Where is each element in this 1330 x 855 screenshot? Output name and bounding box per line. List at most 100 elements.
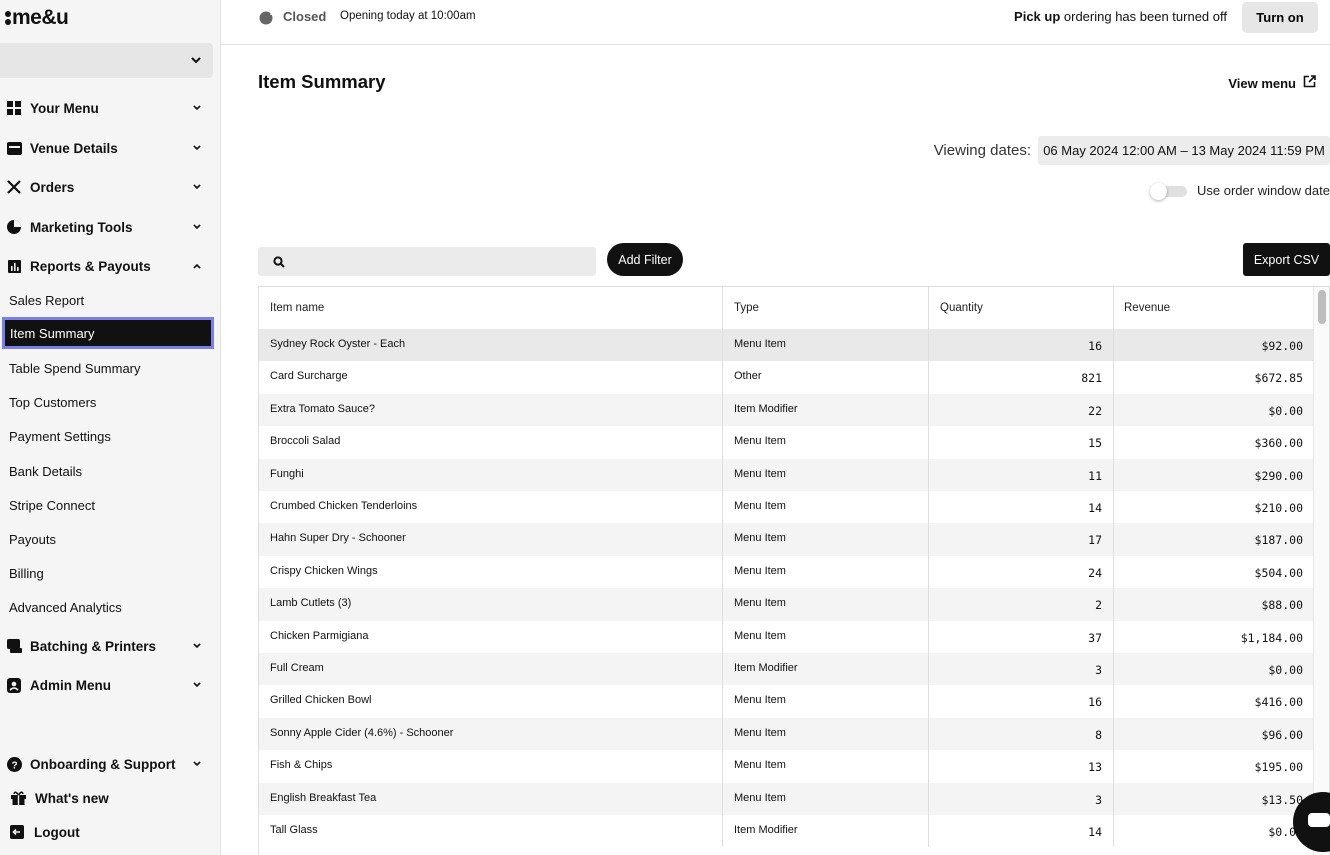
- cell-revenue: $13.50: [1114, 782, 1314, 815]
- brand-logo[interactable]: me&u: [5, 6, 69, 30]
- chevron-down-icon: [193, 182, 201, 193]
- cell-revenue: $92.00: [1114, 329, 1314, 362]
- nav-payouts[interactable]: Payouts: [0, 523, 213, 555]
- chevron-down-icon: [193, 222, 201, 233]
- cell-item-name: Full Cream: [259, 653, 723, 686]
- date-range-picker[interactable]: 06 May 2024 12:00 AM – 13 May 2024 11:59…: [1038, 136, 1330, 165]
- table-row[interactable]: Chicken Parmigiana Menu Item 37 $1,184.00: [259, 620, 1314, 653]
- add-filter-button[interactable]: Add Filter: [607, 243, 683, 276]
- search-box[interactable]: [258, 247, 596, 276]
- view-menu-link[interactable]: View menu: [1228, 75, 1316, 91]
- table-row[interactable]: Crumbed Chicken Tenderloins Menu Item 14 $2…: [259, 491, 1314, 524]
- table-row[interactable]: Grilled Chicken Bowl Menu Item 16 $416.00: [259, 685, 1314, 718]
- table-row[interactable]: Tall Glass Item Modifier 14 $0.00: [259, 815, 1314, 848]
- utensils-icon: [6, 179, 22, 195]
- nav-top-customers[interactable]: Top Customers: [0, 386, 213, 418]
- nav-bank-details[interactable]: Bank Details: [0, 455, 213, 487]
- cell-type: Menu Item: [723, 523, 929, 556]
- nav-marketing-tools[interactable]: Marketing Tools: [0, 215, 213, 239]
- nav-payment-settings[interactable]: Payment Settings: [0, 420, 213, 452]
- table-row[interactable]: Crispy Chicken Wings Menu Item 24 $504.00: [259, 555, 1314, 589]
- column-header-type[interactable]: Type: [723, 287, 929, 329]
- table-row[interactable]: Lamb Cutlets (3) Menu Item 2 $88.00: [259, 588, 1314, 621]
- table-row[interactable]: Hahn Super Dry - Schooner Menu Item 17 $187…: [259, 523, 1314, 556]
- search-input[interactable]: [294, 247, 584, 276]
- nav-venue-details[interactable]: Venue Details: [0, 136, 213, 160]
- cell-quantity: 13: [929, 750, 1114, 783]
- cell-revenue: $88.00: [1114, 588, 1314, 621]
- nav-item-summary[interactable]: Item Summary: [2, 317, 214, 349]
- venue-select[interactable]: [0, 43, 213, 78]
- table-row[interactable]: English Breakfast Tea Menu Item 3 $13.50: [259, 782, 1314, 815]
- cell-type: Menu Item: [723, 685, 929, 718]
- cell-item-name: Chicken Parmigiana: [259, 620, 723, 653]
- grid-icon: [6, 100, 22, 116]
- cell-item-name: Fish & Chips: [259, 750, 723, 783]
- nav-whats-new[interactable]: What's new: [0, 786, 213, 810]
- cell-type: Menu Item: [723, 555, 929, 589]
- cell-revenue: $0.00: [1114, 393, 1314, 427]
- nav-label: Onboarding & Support: [30, 756, 176, 772]
- column-header-revenue[interactable]: Revenue: [1114, 287, 1314, 329]
- nav-stripe-connect[interactable]: Stripe Connect: [0, 489, 213, 521]
- page-title: Item Summary: [258, 71, 386, 92]
- table-row[interactable]: Sonny Apple Cider (4.6%) - Schooner Menu …: [259, 717, 1314, 751]
- cell-revenue: $96.00: [1114, 717, 1314, 751]
- order-window-toggle-label: Use order window date: [1197, 183, 1330, 198]
- user-badge-icon: [6, 677, 22, 693]
- cell-type: Menu Item: [723, 620, 929, 653]
- cell-item-name: Broccoli Salad: [259, 426, 723, 459]
- nav-your-menu[interactable]: Your Menu: [0, 96, 213, 120]
- nav-sales-report[interactable]: Sales Report: [0, 284, 213, 316]
- cell-type: Menu Item: [723, 329, 929, 362]
- table-row[interactable]: Full Cream Item Modifier 3 $0.00: [259, 653, 1314, 686]
- chevron-up-icon: [193, 261, 201, 272]
- storefront-icon: [6, 140, 22, 156]
- logout-icon: [10, 825, 24, 839]
- nav-billing[interactable]: Billing: [0, 557, 213, 589]
- column-header-quantity[interactable]: Quantity: [929, 287, 1114, 329]
- logo-dots-icon: [5, 11, 11, 25]
- cell-type: Item Modifier: [723, 653, 929, 686]
- nav-reports-payouts[interactable]: Reports & Payouts: [0, 254, 213, 278]
- table-row[interactable]: Broccoli Salad Menu Item 15 $360.00: [259, 426, 1314, 459]
- nav-label: Reports & Payouts: [30, 258, 151, 274]
- table-row[interactable]: Sydney Rock Oyster - Each Menu Item 16 $92.…: [259, 329, 1314, 362]
- nav-orders[interactable]: Orders: [0, 175, 213, 199]
- item-summary-table: Item name Type Quantity Revenue Sydney R…: [258, 286, 1330, 855]
- table-row[interactable]: Funghi Menu Item 11 $290.00: [259, 458, 1314, 491]
- cell-quantity: 37: [929, 620, 1114, 653]
- cell-type: Menu Item: [723, 750, 929, 783]
- nav-logout[interactable]: Logout: [0, 820, 213, 844]
- top-bar: z Closed Opening today at 10:00am Pick u…: [221, 0, 1330, 45]
- chat-bubble-icon: [1308, 813, 1330, 827]
- table-scrollbar[interactable]: [1313, 287, 1329, 855]
- status-label: Closed: [283, 9, 327, 24]
- table-row[interactable]: Extra Tomato Sauce? Item Modifier 22 $0.00: [259, 393, 1314, 427]
- cell-quantity: 14: [929, 491, 1114, 524]
- nav-batching-printers[interactable]: Batching & Printers: [0, 634, 213, 658]
- cell-revenue: $0.00: [1114, 815, 1314, 848]
- column-header-item-name[interactable]: Item name: [259, 287, 723, 329]
- turn-on-button[interactable]: Turn on: [1242, 2, 1318, 33]
- export-csv-button[interactable]: Export CSV: [1243, 243, 1330, 276]
- cell-type: Menu Item: [723, 458, 929, 491]
- nav-advanced-analytics[interactable]: Advanced Analytics: [0, 591, 213, 623]
- cell-item-name: Sydney Rock Oyster - Each: [259, 329, 723, 362]
- nav-admin-menu[interactable]: Admin Menu: [0, 673, 213, 697]
- order-window-toggle[interactable]: [1150, 183, 1188, 200]
- chevron-down-icon: [193, 680, 201, 691]
- nav-table-spend-summary[interactable]: Table Spend Summary: [0, 352, 213, 384]
- table-row[interactable]: Fish & Chips Menu Item 13 $195.00: [259, 750, 1314, 783]
- cell-type: Other: [723, 361, 929, 394]
- chevron-down-icon: [193, 759, 201, 770]
- table-row[interactable]: Card Surcharge Other 821 $672.85: [259, 361, 1314, 394]
- cell-quantity: 2: [929, 588, 1114, 621]
- nav-label: What's new: [35, 790, 109, 806]
- scrollbar-thumb[interactable]: [1318, 290, 1326, 324]
- cell-revenue: $210.00: [1114, 491, 1314, 524]
- nav-onboarding-support[interactable]: ? Onboarding & Support: [0, 752, 213, 776]
- cell-item-name: English Breakfast Tea: [259, 782, 723, 815]
- cell-revenue: $187.00: [1114, 523, 1314, 556]
- cell-quantity: 24: [929, 555, 1114, 589]
